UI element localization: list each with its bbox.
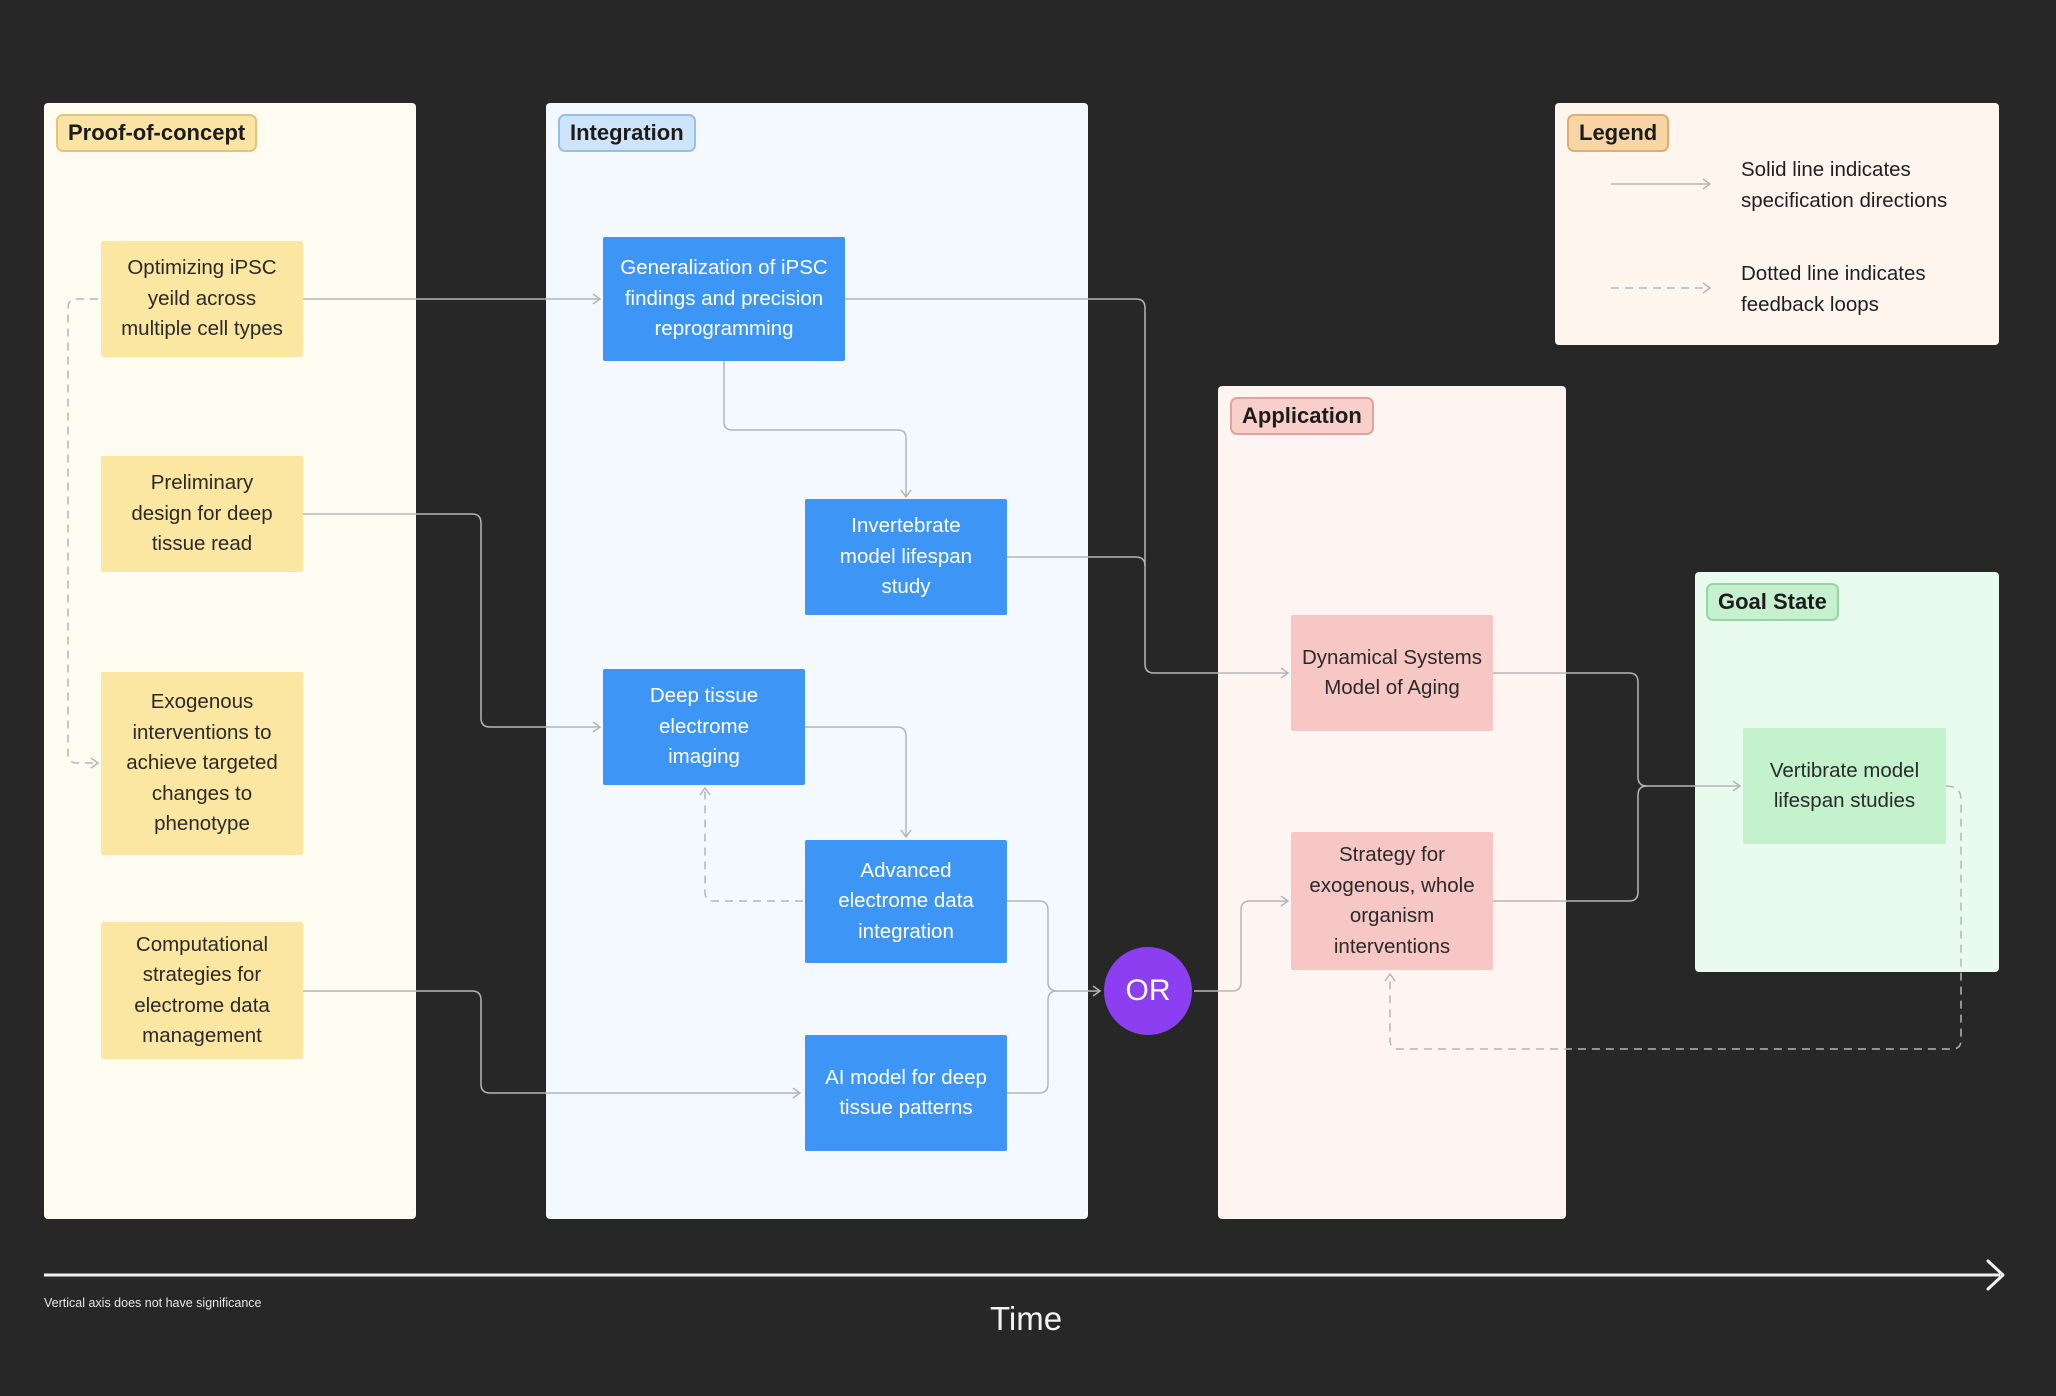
node-line: tissue patterns <box>839 1096 973 1119</box>
node-line: achieve targeted <box>126 751 278 775</box>
node-ai-model: AI model for deep tissue patterns <box>805 1035 1007 1151</box>
node-advanced-integration: Advanced electrome data integration <box>805 840 1007 963</box>
node-line: model lifespan <box>839 544 973 568</box>
or-junction: OR <box>1104 947 1192 1035</box>
node-generalization-ipsc: Generalization of iPSC findings and preci… <box>603 237 845 361</box>
node-line: exogenous, whole <box>1309 873 1475 897</box>
node-line: electrome <box>658 714 749 738</box>
node-line: study <box>881 575 931 599</box>
edge-deep-design-to-imaging <box>303 513 602 733</box>
edge-strategy-to-vertibrate <box>1493 785 1648 902</box>
node-line: electrome data <box>134 993 270 1017</box>
node-exogenous-interventions: Exogenous interventions to achieve targete… <box>101 672 303 855</box>
node-line: integration <box>858 919 954 943</box>
time-axis-title: Time <box>990 1300 1063 1337</box>
node-line: Computational <box>135 932 269 956</box>
edge-invertebrate-to-dynamical <box>1007 556 1146 567</box>
node-line: Dynamical Systems <box>1302 645 1482 669</box>
edge-dynamical-to-vertibrate <box>1493 672 1742 792</box>
edge-generalization-to-dynamical <box>845 298 1290 679</box>
node-deep-tissue-imaging: Deep tissue electrome imaging <box>603 669 805 785</box>
node-line: Advanced <box>860 858 952 882</box>
edge-ai-to-or <box>1007 990 1058 1094</box>
node-line: phenotype <box>154 812 250 836</box>
node-line: interventions to <box>132 720 272 744</box>
node-line: lifespan studies <box>1773 789 1916 812</box>
node-line: strategies for <box>142 963 262 986</box>
edge-or-to-strategy <box>1194 895 1290 992</box>
node-line: Optimizing iPSC <box>127 256 277 280</box>
node-line: AI model for deep <box>825 1065 987 1089</box>
node-line: Preliminary <box>150 471 254 495</box>
node-line: electrome data <box>838 889 974 913</box>
node-computational-strategies: Computational strategies for electrome dat… <box>101 922 303 1059</box>
node-line: management <box>142 1024 262 1047</box>
node-preliminary-design: Preliminary design for deep tissue read <box>101 456 303 572</box>
feedback-advanced-to-imaging <box>699 786 803 902</box>
node-strategy-exogenous: Strategy for exogenous, whole organism inte… <box>1291 832 1493 970</box>
node-optimizing-ipsc: Optimizing iPSC yeild across multiple cell… <box>101 241 303 357</box>
node-line: Invertebrate <box>851 514 961 538</box>
node-line: Strategy for <box>1339 843 1445 866</box>
node-line: tissue read <box>151 532 253 556</box>
node-line: multiple cell types <box>121 317 283 341</box>
node-line: findings and precision <box>624 286 824 310</box>
node-line: Generalization of iPSC <box>620 256 828 280</box>
edge-computational-to-ai <box>303 990 802 1099</box>
legend-line: feedback loops <box>1741 292 1879 316</box>
edge-advanced-to-or <box>1007 900 1102 997</box>
node-dynamical-systems: Dynamical Systems Model of Aging <box>1291 615 1493 731</box>
node-line: organism <box>1349 904 1435 927</box>
node-line: yeild across <box>147 286 257 310</box>
legend-dotted-description: Dotted line indicates feedback loops <box>1741 259 1926 320</box>
node-line: changes to <box>151 781 253 805</box>
node-vertibrate-studies: Vertibrate model lifespan studies <box>1743 728 1946 844</box>
feedback-ipsc-to-exogenous <box>67 298 100 769</box>
vertical-axis-note: Vertical axis does not have significance <box>44 1296 262 1310</box>
node-line: design for deep <box>131 501 273 525</box>
node-line: Model of Aging <box>1324 676 1460 699</box>
node-line: reprogramming <box>654 317 794 341</box>
edge-imaging-to-advanced <box>805 726 912 839</box>
edge-generalization-to-invertebrate <box>723 361 912 499</box>
legend-line: Dotted line indicates <box>1741 262 1926 285</box>
node-line: imaging <box>668 745 740 769</box>
legend-line: specification directions <box>1741 188 1948 212</box>
legend-line: Solid line indicates <box>1741 158 1911 181</box>
legend-solid-description: Solid line indicates specification direc… <box>1741 155 1947 216</box>
node-line: Deep tissue <box>649 684 759 708</box>
node-line: interventions <box>1333 934 1451 958</box>
node-line: Exogenous <box>150 690 254 714</box>
node-invertebrate-study: Invertebrate model lifespan study <box>805 499 1007 615</box>
node-line: Vertibrate model <box>1769 758 1920 782</box>
